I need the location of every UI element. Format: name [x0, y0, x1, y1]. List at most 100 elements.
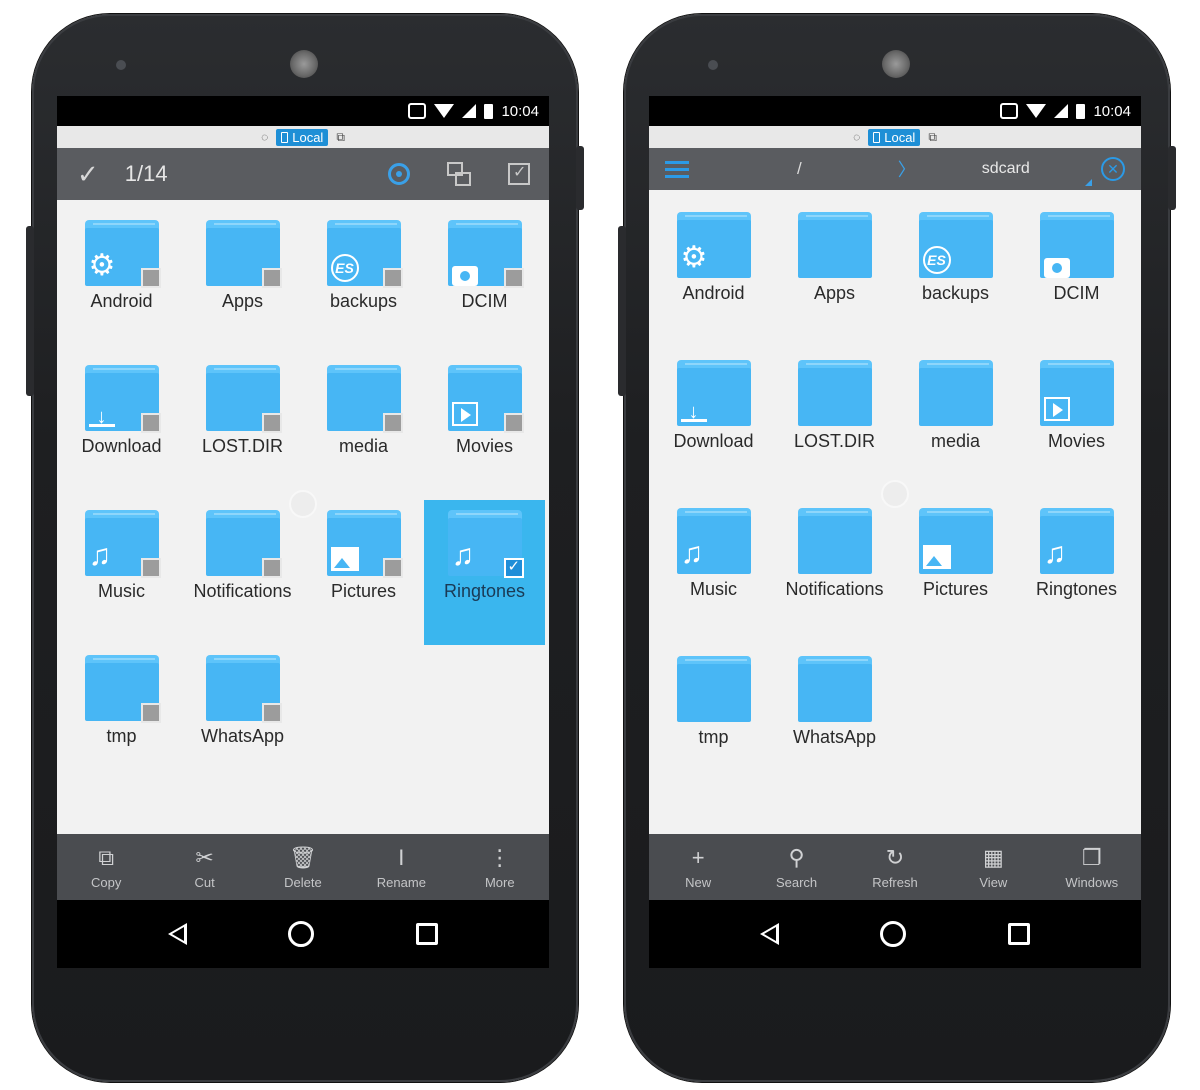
view-button[interactable]: ▦ View — [953, 845, 1033, 890]
folder-icon — [205, 510, 282, 578]
selection-checkbox[interactable] — [261, 413, 282, 433]
selection-checkbox[interactable] — [503, 268, 524, 288]
menu-icon[interactable] — [665, 157, 689, 182]
camera-icon — [451, 266, 478, 286]
scroll-indicator — [289, 490, 317, 518]
folder-item[interactable]: Apps — [182, 210, 303, 355]
file-grid-area: ⚙ Android Apps ES backups DCIM ↓ Download LOST.D… — [649, 190, 1141, 834]
folder-item[interactable]: ES backups — [895, 202, 1016, 350]
path-segment[interactable]: sdcard — [982, 160, 1092, 186]
cloud-icon[interactable]: ⧉ — [928, 130, 937, 145]
back-icon[interactable] — [759, 923, 779, 945]
selection-checkbox[interactable] — [140, 268, 161, 288]
selection-checkbox[interactable] — [503, 557, 524, 578]
folder-item[interactable]: ↓ Download — [61, 355, 182, 500]
folder-item[interactable]: Notifications — [182, 500, 303, 645]
folder-item[interactable]: tmp — [653, 646, 774, 794]
folder-item[interactable]: ♫ Ringtones — [424, 500, 545, 645]
selection-checkbox[interactable] — [382, 558, 403, 578]
folder-icon: ♫ — [84, 510, 161, 578]
location-local-tab[interactable]: Local — [868, 128, 921, 146]
selection-checkbox[interactable] — [140, 703, 161, 723]
selection-checkbox[interactable] — [261, 558, 282, 578]
delete-button[interactable]: 🗑 Delete — [263, 845, 343, 890]
folder-name: Notifications — [785, 579, 884, 599]
action-toolbar: ⧉ Copy ✂ Cut 🗑 Delete I Rename ⋮ More — [57, 834, 549, 900]
folder-item[interactable]: media — [895, 350, 1016, 498]
folder-icon — [205, 655, 282, 723]
close-icon[interactable]: ✕ — [1101, 157, 1125, 181]
folder-item[interactable]: Movies — [1016, 350, 1137, 498]
folder-item[interactable]: DCIM — [424, 210, 545, 355]
selection-checkbox[interactable] — [261, 703, 282, 723]
folder-item[interactable]: ⚙ Android — [61, 210, 182, 355]
folder-item[interactable]: Movies — [424, 355, 545, 500]
done-check-icon[interactable]: ✓ — [77, 159, 99, 190]
toolbar-label: View — [979, 874, 1008, 890]
grid-view-icon: ▦ — [982, 844, 1004, 870]
folder-item[interactable]: ♫ Ringtones — [1016, 498, 1137, 646]
battery-icon — [484, 103, 494, 119]
location-label: Local — [884, 129, 916, 145]
folder-item[interactable]: ↓ Download — [653, 350, 774, 498]
selection-checkbox[interactable] — [140, 413, 161, 433]
folder-item[interactable]: LOST.DIR — [182, 355, 303, 500]
folder-name: LOST.DIR — [793, 431, 876, 451]
folder-icon: ↓ — [84, 365, 161, 433]
select-all-icon[interactable] — [507, 162, 531, 186]
folder-item[interactable]: media — [303, 355, 424, 500]
vibrate-icon — [1000, 103, 1019, 119]
path-root[interactable]: / — [797, 159, 802, 179]
folder-item[interactable]: Pictures — [895, 498, 1016, 646]
select-interval-icon[interactable] — [387, 162, 411, 186]
recents-icon[interactable] — [1008, 923, 1031, 945]
folder-item[interactable]: DCIM — [1016, 202, 1137, 350]
new-button[interactable]: + New — [658, 845, 738, 890]
invert-selection-icon[interactable] — [447, 162, 471, 186]
location-bar: ◌ Local ⧉ — [57, 126, 549, 148]
download-icon: ↓ — [88, 403, 115, 428]
folder-item[interactable]: WhatsApp — [182, 645, 303, 790]
home-icon[interactable] — [880, 921, 907, 947]
folder-icon — [1039, 212, 1114, 278]
folder-item[interactable]: tmp — [61, 645, 182, 790]
home-icon[interactable] — [288, 921, 315, 947]
signal-icon — [462, 104, 477, 118]
cloud-icon[interactable]: ⧉ — [336, 130, 345, 145]
folder-item[interactable]: Notifications — [774, 498, 895, 646]
back-icon[interactable] — [167, 923, 187, 945]
selection-checkbox[interactable] — [261, 268, 282, 288]
folder-item[interactable]: Apps — [774, 202, 895, 350]
selection-checkbox[interactable] — [382, 268, 403, 288]
copy-button[interactable]: ⧉ Copy — [66, 845, 146, 890]
selection-checkbox[interactable] — [503, 413, 524, 433]
folder-item[interactable]: LOST.DIR — [774, 350, 895, 498]
folder-icon — [326, 510, 403, 578]
network-icon[interactable]: ◌ — [853, 130, 860, 144]
selection-checkbox[interactable] — [140, 558, 161, 578]
folder-item[interactable]: Pictures — [303, 500, 424, 645]
more-button[interactable]: ⋮ More — [460, 845, 540, 890]
folder-item[interactable]: ♫ Music — [61, 500, 182, 645]
folder-item[interactable]: ♫ Music — [653, 498, 774, 646]
toolbar-label: Rename — [376, 874, 426, 890]
rename-button[interactable]: I Rename — [361, 845, 441, 890]
folder-item[interactable]: WhatsApp — [774, 646, 895, 794]
folder-name: Movies — [1047, 431, 1105, 451]
toolbar-label: Windows — [1065, 874, 1119, 890]
recents-icon[interactable] — [416, 923, 439, 945]
selection-checkbox[interactable] — [382, 413, 403, 433]
network-icon[interactable]: ◌ — [261, 130, 268, 144]
folder-item[interactable]: ⚙ Android — [653, 202, 774, 350]
folder-item[interactable]: ES backups — [303, 210, 424, 355]
search-button[interactable]: ⚲ Search — [757, 845, 837, 890]
folder-name: Movies — [455, 436, 513, 456]
refresh-button[interactable]: ↻ Refresh — [855, 845, 935, 890]
vibrate-icon — [408, 103, 427, 119]
folder-name: DCIM — [461, 291, 508, 311]
windows-button[interactable]: ❐ Windows — [1052, 845, 1132, 890]
location-local-tab[interactable]: Local — [276, 128, 329, 146]
play-icon — [451, 402, 478, 426]
folder-icon — [797, 508, 872, 574]
cut-button[interactable]: ✂ Cut — [165, 845, 245, 890]
